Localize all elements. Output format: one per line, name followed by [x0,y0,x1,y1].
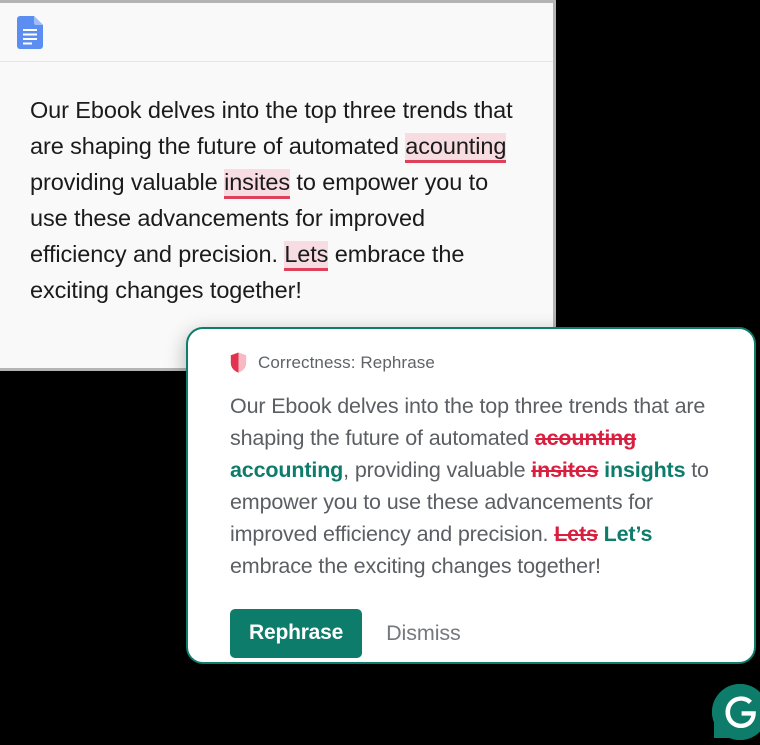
suggestion-category-label: Correctness: Rephrase [258,352,435,372]
dismiss-button[interactable]: Dismiss [372,609,475,658]
preview-deletion-acounting: acounting [534,426,637,450]
document-paragraph: Our Ebook delves into the top three tren… [30,92,527,308]
google-docs-file-icon [17,15,43,49]
document-card: Our Ebook delves into the top three tren… [0,0,556,371]
preview-insertion-insights: insights [604,458,686,482]
preview-segment-4: embrace the exciting changes together! [230,554,601,578]
rephrase-button[interactable]: Rephrase [230,609,363,658]
preview-deletion-lets: Lets [554,522,598,546]
doc-error-acounting[interactable]: acounting [405,133,506,163]
doc-error-lets[interactable]: Lets [284,241,328,271]
doc-error-insites[interactable]: insites [224,169,290,199]
grammarly-suggestion-card: Correctness: Rephrase Our Ebook delves i… [186,327,756,664]
doc-text-segment-2: providing valuable [30,169,225,195]
suggestion-card-header: Correctness: Rephrase [230,352,728,373]
suggestion-preview-text: Our Ebook delves into the top three tren… [230,390,728,582]
preview-insertion-lets-apostrophe: Let’s [603,522,653,546]
shield-icon [230,352,247,373]
preview-deletion-insites: insites [531,458,599,482]
preview-segment-2: , providing valuable [343,458,532,482]
preview-insertion-accounting: accounting [230,458,344,482]
document-toolbar [0,3,553,62]
suggestion-card-actions: Rephrase Dismiss [230,609,728,658]
document-body[interactable]: Our Ebook delves into the top three tren… [0,62,553,308]
